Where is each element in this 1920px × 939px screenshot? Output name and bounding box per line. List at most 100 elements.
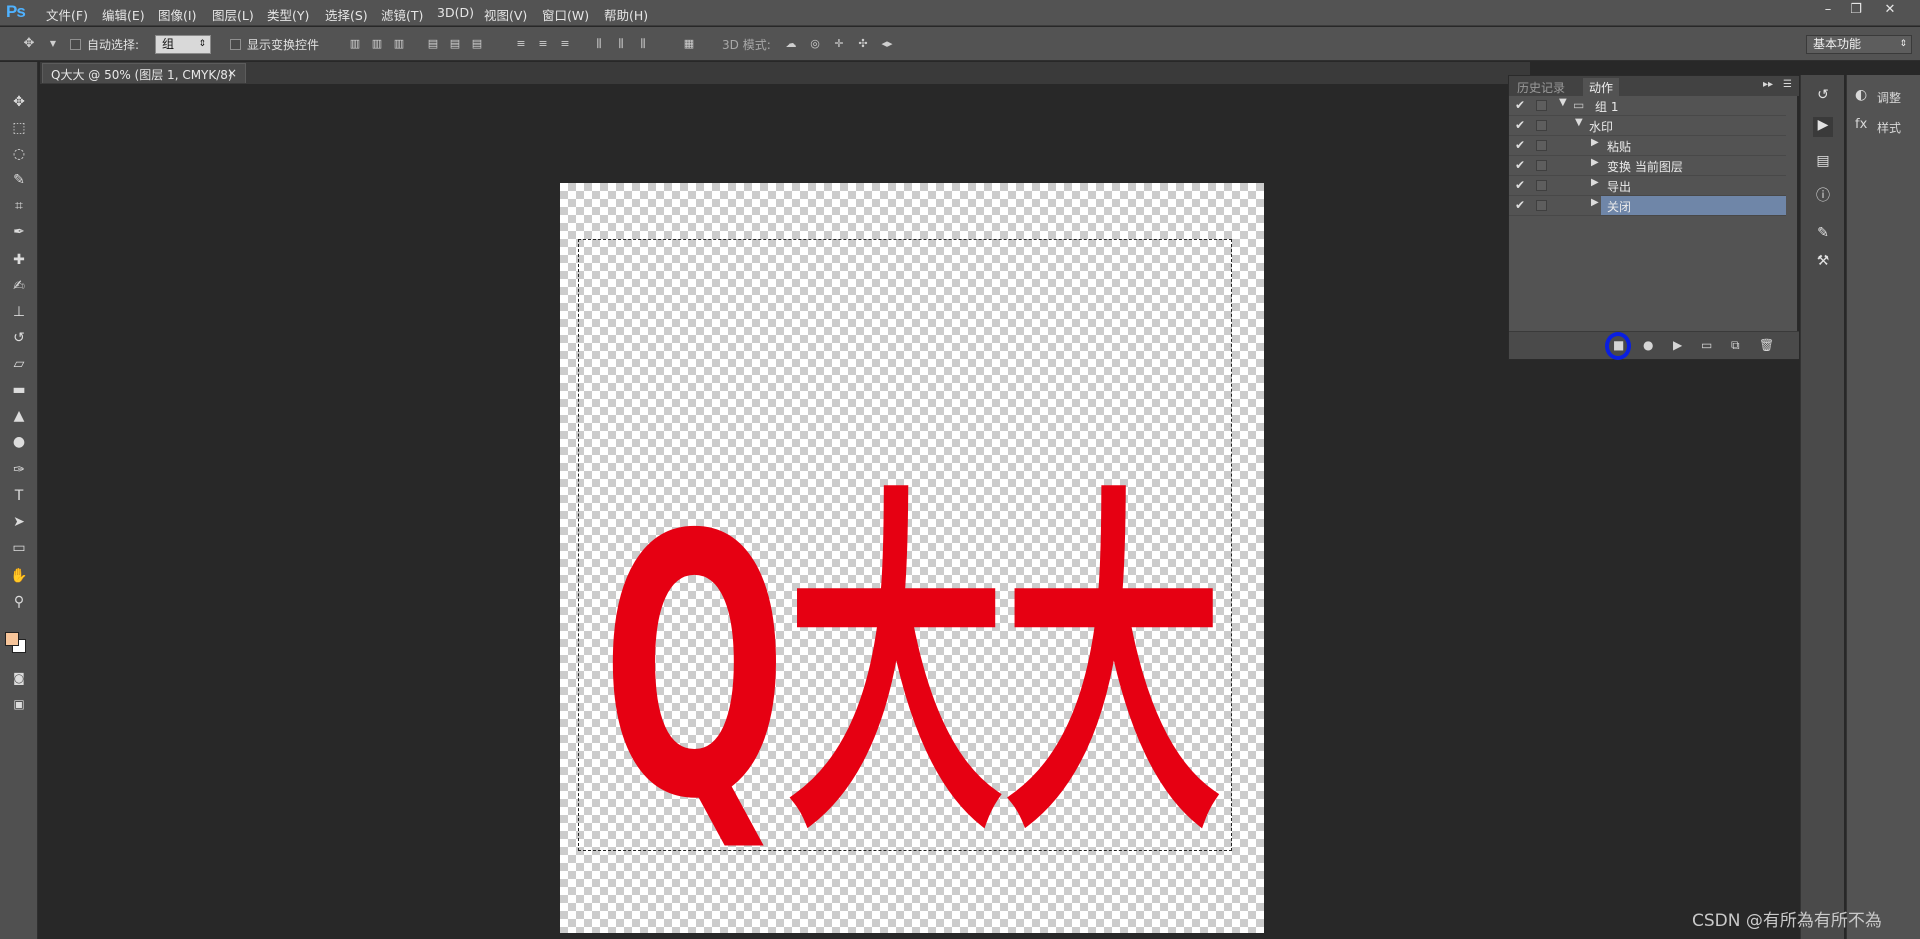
distribute-left-icon[interactable]: ⫼ xyxy=(592,37,606,51)
move-tool-icon[interactable]: ✥ xyxy=(8,92,30,112)
actions-panel-icon[interactable]: ▶ xyxy=(1813,117,1833,137)
3d-slide-icon[interactable]: ✣ xyxy=(856,37,870,51)
path-selection-icon[interactable]: ➤ xyxy=(8,512,30,532)
eraser-icon[interactable]: ▱ xyxy=(8,354,30,374)
menu-filter[interactable]: 滤镜(T) xyxy=(381,5,423,24)
action-row[interactable]: ✔ ▼ ▭ 组 1 xyxy=(1509,96,1786,116)
dialog-toggle[interactable] xyxy=(1536,180,1547,191)
close-tab-icon[interactable]: × xyxy=(227,66,237,80)
check-icon[interactable]: ✔ xyxy=(1515,198,1525,212)
expanded-triangle-icon[interactable]: ▼ xyxy=(1575,117,1583,128)
info-icon[interactable]: ⓘ xyxy=(1813,185,1833,205)
delete-icon[interactable]: 🗑 xyxy=(1759,338,1774,352)
crop-icon[interactable]: ⌗ xyxy=(8,196,30,216)
tool-presets-icon[interactable]: ⚒ xyxy=(1813,253,1833,273)
history-panel-icon[interactable]: ↺ xyxy=(1813,87,1833,107)
expanded-triangle-icon[interactable]: ▼ xyxy=(1559,97,1567,108)
styles-icon[interactable]: fx xyxy=(1855,117,1867,132)
dialog-toggle[interactable] xyxy=(1536,160,1547,171)
menu-3d[interactable]: 3D(D) xyxy=(437,5,474,20)
menu-select[interactable]: 选择(S) xyxy=(325,5,368,24)
dialog-toggle[interactable] xyxy=(1536,100,1547,111)
auto-select-checkbox[interactable] xyxy=(70,39,81,50)
tool-preset-chevron-icon[interactable]: ▼ xyxy=(46,37,60,51)
align-left-icon[interactable]: ▤ xyxy=(426,37,440,51)
check-icon[interactable]: ✔ xyxy=(1515,138,1525,152)
history-brush-icon[interactable]: ↺ xyxy=(8,328,30,348)
dodge-icon[interactable]: ● xyxy=(8,432,30,452)
menu-help[interactable]: 帮助(H) xyxy=(604,5,648,24)
3d-rotate-icon[interactable]: ☁ xyxy=(784,37,798,51)
check-icon[interactable]: ✔ xyxy=(1515,98,1525,112)
screen-mode-icon[interactable]: ▣ xyxy=(8,694,30,714)
rectangular-marquee-icon[interactable]: ⬚ xyxy=(8,118,30,138)
move-tool-icon[interactable]: ✥ xyxy=(22,37,36,51)
tab-history[interactable]: 历史记录 xyxy=(1511,78,1571,97)
document-tab[interactable]: Q大大 @ 50% (图层 1, CMYK/8) × xyxy=(42,63,246,83)
collapsed-triangle-icon[interactable]: ▶ xyxy=(1591,157,1599,168)
action-row[interactable]: ✔ ▼ 水印 xyxy=(1509,116,1786,136)
action-row[interactable]: ✔ ▶ 导出 xyxy=(1509,176,1786,196)
action-row[interactable]: ✔ ▶ 粘贴 xyxy=(1509,136,1786,156)
distribute-hcenter-icon[interactable]: ⫼ xyxy=(614,37,628,51)
close-window-button[interactable]: ✕ xyxy=(1877,1,1903,19)
align-hcenter-icon[interactable]: ▤ xyxy=(448,37,462,51)
3d-roll-icon[interactable]: ◎ xyxy=(808,37,822,51)
collapsed-triangle-icon[interactable]: ▶ xyxy=(1591,197,1599,208)
tab-actions[interactable]: 动作 xyxy=(1583,78,1620,97)
foreground-color-swatch[interactable] xyxy=(5,632,19,646)
quick-selection-icon[interactable]: ✎ xyxy=(8,170,30,190)
blur-icon[interactable]: ▲ xyxy=(8,406,30,426)
new-set-icon[interactable]: ▭ xyxy=(1701,338,1712,352)
3d-scale-icon[interactable]: ◂▸ xyxy=(880,37,894,51)
brush-icon[interactable]: ✍ xyxy=(8,276,30,296)
new-action-icon[interactable]: ⧉ xyxy=(1731,338,1740,353)
workspace-dropdown[interactable]: 基本功能 ⇕ xyxy=(1806,35,1912,54)
menu-view[interactable]: 视图(V) xyxy=(484,5,527,24)
clone-stamp-icon[interactable]: ⊥ xyxy=(8,302,30,322)
adjustments-label[interactable]: 调整 xyxy=(1877,89,1901,106)
menu-file[interactable]: 文件(F) xyxy=(46,5,88,24)
styles-label[interactable]: 样式 xyxy=(1877,119,1901,136)
collapsed-triangle-icon[interactable]: ▶ xyxy=(1591,177,1599,188)
check-icon[interactable]: ✔ xyxy=(1515,158,1525,172)
distribute-vcenter-icon[interactable]: ≡ xyxy=(536,37,550,51)
auto-select-dropdown[interactable]: 组 ⇕ xyxy=(155,35,211,54)
rectangle-shape-icon[interactable]: ▭ xyxy=(8,538,30,558)
menu-type[interactable]: 类型(Y) xyxy=(267,5,309,24)
dialog-toggle[interactable] xyxy=(1536,120,1547,131)
collapse-panel-icon[interactable]: ▸▸ xyxy=(1763,79,1773,90)
distribute-top-icon[interactable]: ≡ xyxy=(514,37,528,51)
align-right-icon[interactable]: ▤ xyxy=(470,37,484,51)
collapsed-triangle-icon[interactable]: ▶ xyxy=(1591,137,1599,148)
align-vcenter-icon[interactable]: ▥ xyxy=(370,37,384,51)
healing-brush-icon[interactable]: ✚ xyxy=(8,250,30,270)
menu-image[interactable]: 图像(I) xyxy=(158,5,196,24)
gradient-icon[interactable]: ▬ xyxy=(8,380,30,400)
align-top-icon[interactable]: ▥ xyxy=(348,37,362,51)
auto-align-icon[interactable]: ▦ xyxy=(682,37,696,51)
check-icon[interactable]: ✔ xyxy=(1515,178,1525,192)
restore-button[interactable]: ❐ xyxy=(1843,1,1869,19)
check-icon[interactable]: ✔ xyxy=(1515,118,1525,132)
layer-comps-icon[interactable]: ▤ xyxy=(1813,153,1833,173)
brush-presets-icon[interactable]: ✎ xyxy=(1813,225,1833,245)
distribute-bottom-icon[interactable]: ≡ xyxy=(558,37,572,51)
eyedropper-icon[interactable]: ✒ xyxy=(8,222,30,242)
menu-layer[interactable]: 图层(L) xyxy=(212,5,254,24)
show-transform-checkbox[interactable] xyxy=(230,39,241,50)
align-bottom-icon[interactable]: ▥ xyxy=(392,37,406,51)
zoom-icon[interactable]: ⚲ xyxy=(8,592,30,612)
quick-mask-icon[interactable]: ◙ xyxy=(8,668,30,688)
dialog-toggle[interactable] xyxy=(1536,140,1547,151)
3d-pan-icon[interactable]: ✛ xyxy=(832,37,846,51)
dialog-toggle[interactable] xyxy=(1536,200,1547,211)
type-tool-icon[interactable]: T xyxy=(8,486,30,506)
record-icon[interactable]: ● xyxy=(1643,338,1653,352)
menu-edit[interactable]: 编辑(E) xyxy=(102,5,145,24)
stop-icon[interactable]: ■ xyxy=(1613,338,1624,352)
lasso-icon[interactable]: ◌ xyxy=(8,144,30,164)
distribute-right-icon[interactable]: ⫼ xyxy=(636,37,650,51)
menu-window[interactable]: 窗口(W) xyxy=(542,5,589,24)
action-row-selected[interactable]: ✔ ▶ 关闭 xyxy=(1509,196,1786,216)
